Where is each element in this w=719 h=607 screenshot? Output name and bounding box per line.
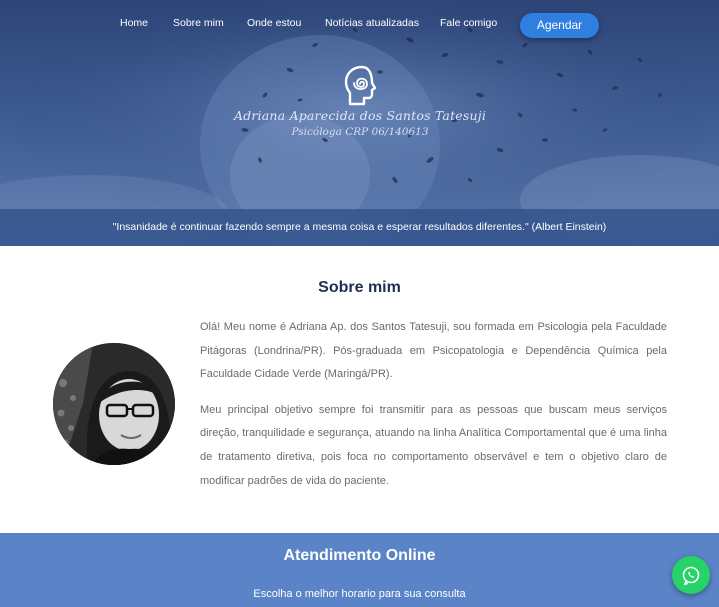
brand-registration: Psicóloga CRP 06/140613 bbox=[291, 126, 429, 138]
nav-link-noticias[interactable]: Notícias atualizadas bbox=[325, 17, 419, 29]
avatar bbox=[53, 343, 175, 465]
online-subtitle: Escolha o melhor horario para sua consul… bbox=[253, 588, 466, 600]
main-nav: Home Sobre mim Onde estou Notícias atual… bbox=[0, 14, 719, 36]
online-title: Atendimento Online bbox=[283, 547, 436, 564]
online-section: Atendimento Online Escolha o melhor hora… bbox=[0, 533, 719, 607]
about-paragraph: Olá! Meu nome é Adriana Ap. dos Santos T… bbox=[200, 321, 667, 381]
nav-link-sobre-mim[interactable]: Sobre mim bbox=[173, 17, 224, 29]
hero-banner: Home Sobre mim Onde estou Notícias atual… bbox=[0, 0, 719, 246]
about-title: Sobre mim bbox=[318, 279, 401, 296]
about-text: Olá! Meu nome é Adriana Ap. dos Santos T… bbox=[200, 316, 667, 493]
whatsapp-icon bbox=[682, 566, 700, 586]
whatsapp-button[interactable] bbox=[672, 556, 710, 594]
agendar-button[interactable]: Agendar bbox=[520, 13, 599, 38]
nav-link-home[interactable]: Home bbox=[120, 17, 148, 29]
nav-link-fale-comigo[interactable]: Fale comigo bbox=[440, 17, 497, 29]
head-spiral-logo-icon bbox=[344, 65, 377, 106]
nav-link-onde-estou[interactable]: Onde estou bbox=[247, 17, 301, 29]
profile-photo bbox=[53, 343, 175, 465]
quote-banner: "Insanidade é continuar fazendo sempre a… bbox=[0, 209, 719, 246]
brand-name: Adriana Aparecida dos Santos Tatesuji bbox=[233, 108, 487, 123]
about-paragraph: Meu principal objetivo sempre foi transm… bbox=[200, 403, 667, 487]
